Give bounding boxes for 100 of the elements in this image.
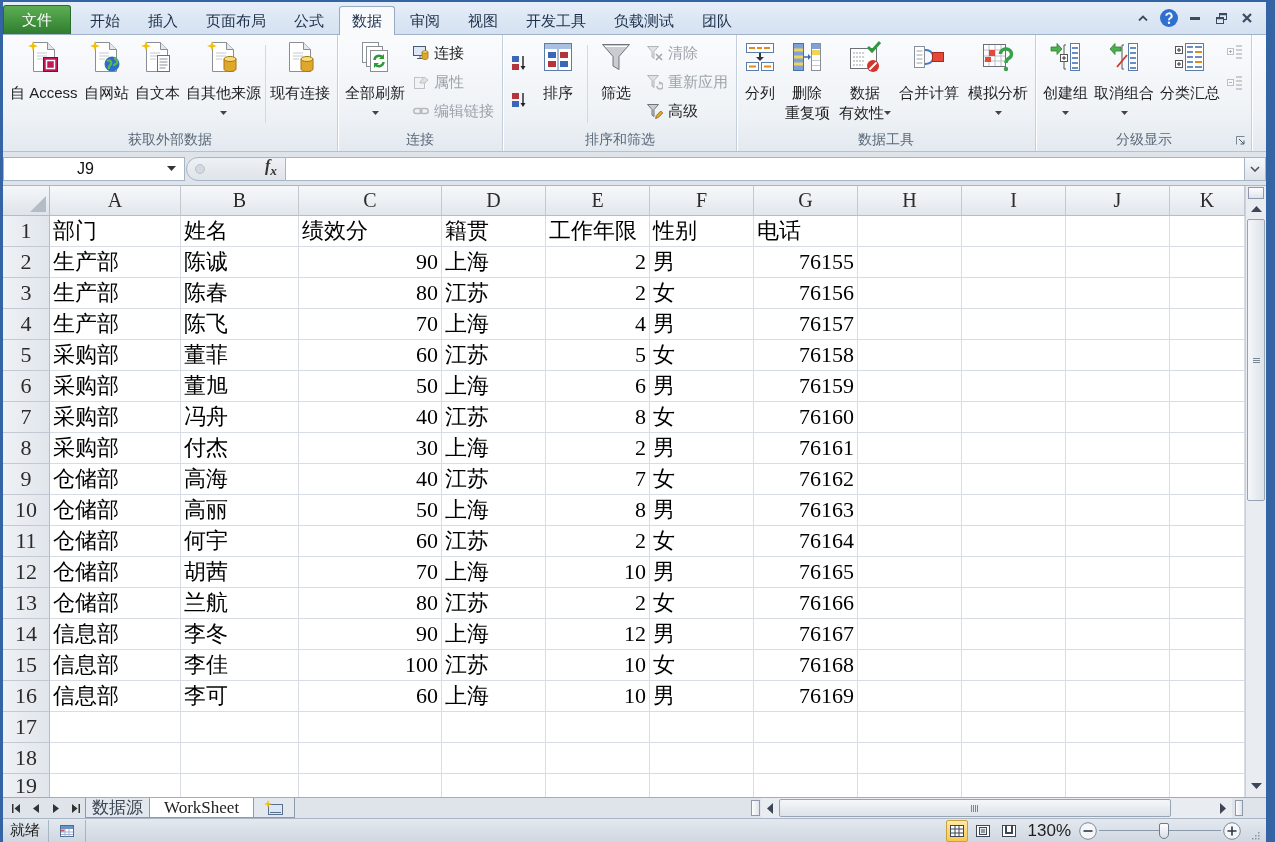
column-header[interactable]: G — [754, 186, 858, 216]
cell[interactable]: 60 — [299, 681, 442, 712]
empty-cell[interactable] — [546, 712, 650, 743]
cell[interactable]: 40 — [299, 402, 442, 433]
cell[interactable]: 60 — [299, 340, 442, 371]
horizontal-scrollbar[interactable] — [761, 798, 1232, 818]
cell[interactable]: 76160 — [754, 402, 858, 433]
zoom-out-button[interactable] — [1079, 821, 1097, 840]
ribbon-small-button[interactable]: 连接 — [410, 42, 497, 64]
cell[interactable]: 陈春 — [181, 278, 299, 309]
cell[interactable]: 信息部 — [50, 681, 181, 712]
cell[interactable]: 上海 — [442, 557, 546, 588]
zoom-slider-thumb[interactable] — [1158, 822, 1169, 839]
cell[interactable]: 江苏 — [442, 402, 546, 433]
empty-cell[interactable] — [299, 712, 442, 743]
cell[interactable]: 8 — [546, 402, 650, 433]
cell[interactable]: 生产部 — [50, 247, 181, 278]
cell[interactable]: 76155 — [754, 247, 858, 278]
empty-cell[interactable] — [546, 743, 650, 774]
cell[interactable]: 采购部 — [50, 433, 181, 464]
cell[interactable]: 70 — [299, 557, 442, 588]
ribbon-button[interactable]: 创建组 — [1041, 41, 1090, 123]
ribbon-tab[interactable]: 插入 — [135, 7, 191, 34]
cell[interactable]: 李佳 — [181, 650, 299, 681]
row-header[interactable]: 4 — [3, 309, 50, 340]
cell[interactable]: 女 — [650, 340, 754, 371]
empty-cell[interactable] — [962, 309, 1066, 340]
cell[interactable]: 50 — [299, 495, 442, 526]
ribbon-button[interactable]: 数据 有效性 — [836, 41, 893, 123]
cell[interactable]: 绩效分 — [299, 216, 442, 247]
cell[interactable]: 50 — [299, 371, 442, 402]
cell[interactable]: 90 — [299, 247, 442, 278]
name-box[interactable]: J9 — [3, 156, 185, 181]
row-header[interactable]: 6 — [3, 371, 50, 402]
cell[interactable]: 2 — [546, 526, 650, 557]
empty-cell[interactable] — [858, 278, 962, 309]
empty-cell[interactable] — [962, 247, 1066, 278]
cell[interactable]: 4 — [546, 309, 650, 340]
ribbon-button[interactable]: 自文本 — [132, 41, 182, 103]
row-header[interactable]: 19 — [3, 774, 50, 797]
cell[interactable]: 80 — [299, 278, 442, 309]
cell[interactable]: 76162 — [754, 464, 858, 495]
cell[interactable]: 10 — [546, 557, 650, 588]
cell[interactable]: 男 — [650, 371, 754, 402]
cell[interactable]: 江苏 — [442, 526, 546, 557]
empty-cell[interactable] — [962, 743, 1066, 774]
empty-cell[interactable] — [1066, 681, 1170, 712]
row-header[interactable]: 5 — [3, 340, 50, 371]
ribbon-tab[interactable]: 页面布局 — [193, 7, 279, 34]
column-header[interactable]: B — [181, 186, 299, 216]
cell[interactable]: 仓储部 — [50, 557, 181, 588]
cell[interactable]: 男 — [650, 309, 754, 340]
empty-cell[interactable] — [1066, 278, 1170, 309]
cell[interactable]: 76165 — [754, 557, 858, 588]
tab-split-handle[interactable] — [751, 800, 760, 816]
empty-cell[interactable] — [962, 340, 1066, 371]
cell[interactable]: 上海 — [442, 619, 546, 650]
cell[interactable]: 76163 — [754, 495, 858, 526]
empty-cell[interactable] — [1066, 216, 1170, 247]
cell[interactable]: 上海 — [442, 247, 546, 278]
row-header[interactable]: 14 — [3, 619, 50, 650]
cell[interactable]: 10 — [546, 650, 650, 681]
empty-cell[interactable] — [858, 495, 962, 526]
ribbon-tab[interactable]: 审阅 — [397, 7, 453, 34]
cell[interactable]: 部门 — [50, 216, 181, 247]
empty-cell[interactable] — [858, 526, 962, 557]
empty-cell[interactable] — [962, 278, 1066, 309]
row-header[interactable]: 15 — [3, 650, 50, 681]
expand-formula-button[interactable] — [1245, 156, 1266, 181]
cell[interactable]: 性别 — [650, 216, 754, 247]
cell[interactable]: 76164 — [754, 526, 858, 557]
split-box-handle[interactable] — [1235, 800, 1243, 816]
empty-cell[interactable] — [754, 712, 858, 743]
empty-cell[interactable] — [1066, 743, 1170, 774]
ribbon-button[interactable]: 合并计算 — [897, 41, 962, 103]
empty-cell[interactable] — [650, 743, 754, 774]
file-tab[interactable]: 文件 — [3, 5, 71, 34]
cell[interactable]: 女 — [650, 278, 754, 309]
cell[interactable]: 高丽 — [181, 495, 299, 526]
empty-cell[interactable] — [1066, 650, 1170, 681]
sheet-tab[interactable]: 数据源 — [85, 798, 150, 818]
empty-cell[interactable] — [858, 371, 962, 402]
cell[interactable]: 信息部 — [50, 650, 181, 681]
empty-cell[interactable] — [1066, 402, 1170, 433]
cell[interactable]: 男 — [650, 247, 754, 278]
ribbon-tab[interactable]: 开始 — [77, 7, 133, 34]
row-header[interactable]: 3 — [3, 278, 50, 309]
row-header[interactable]: 8 — [3, 433, 50, 464]
empty-cell[interactable] — [962, 712, 1066, 743]
cell[interactable]: 2 — [546, 433, 650, 464]
empty-cell[interactable] — [962, 650, 1066, 681]
cell[interactable]: 10 — [546, 681, 650, 712]
empty-cell[interactable] — [1066, 371, 1170, 402]
cell[interactable]: 上海 — [442, 681, 546, 712]
empty-cell[interactable] — [962, 464, 1066, 495]
ribbon-button[interactable]: 全部刷新 — [343, 41, 407, 123]
empty-cell[interactable] — [858, 557, 962, 588]
cell[interactable]: 姓名 — [181, 216, 299, 247]
dialog-launcher-button[interactable] — [1236, 135, 1245, 145]
cell[interactable]: 40 — [299, 464, 442, 495]
